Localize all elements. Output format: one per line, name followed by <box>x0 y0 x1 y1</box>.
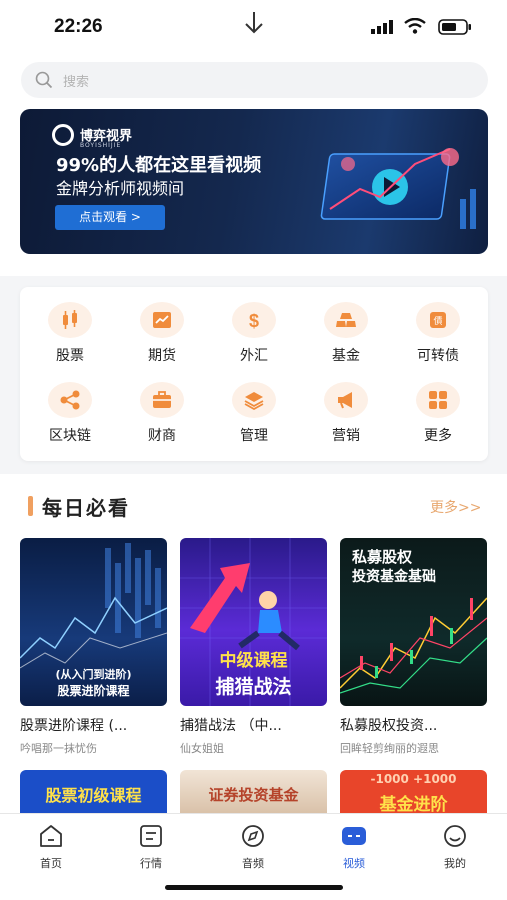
course-thumbnail[interactable]: -1000 +1000 基金进阶 <box>340 770 487 814</box>
candlestick-chart-illustration <box>340 597 487 694</box>
home-indicator[interactable] <box>165 885 343 890</box>
battery-icon <box>438 19 471 35</box>
svg-text:債: 債 <box>433 315 442 327</box>
video-icon <box>342 827 366 845</box>
wifi-icon <box>404 18 426 34</box>
course-author: 仙女姐姐 <box>180 742 224 755</box>
status-bar: 22:26 <box>0 0 507 56</box>
category-label: 外汇 <box>240 348 268 364</box>
category-label: 股票 <box>56 348 84 364</box>
course-card[interactable]: 私募股权 投资基金基础 私募股权投资... 回眸轻剪绚丽的遐思 <box>340 538 487 756</box>
banner-title: 99%的人都在这里看视频 <box>56 155 262 176</box>
thumb-caption: 证券投资基金 <box>208 786 299 804</box>
search-bar[interactable]: 搜索 <box>21 62 488 98</box>
category-briefcase[interactable]: 财商 <box>124 382 200 445</box>
thumb-caption: 基金进阶 <box>379 795 448 814</box>
tab-label: 首页 <box>40 857 62 870</box>
category-label: 基金 <box>332 348 360 364</box>
section-accent-bar <box>28 496 33 516</box>
category-grid: 股票 期货 $ 外汇 基金 債可转债区块链 财商 管理 营销 更多 <box>20 287 488 461</box>
tab-audio[interactable]: 音频 <box>223 824 283 871</box>
megaphone-icon <box>324 382 368 418</box>
dollar-icon: $ <box>232 302 276 338</box>
course-thumbnail[interactable]: 证券投资基金 <box>180 770 327 814</box>
trend-chart-icon <box>140 302 184 338</box>
video-screen-illustration <box>320 148 476 229</box>
tab-home[interactable]: 首页 <box>21 824 81 871</box>
category-label: 财商 <box>148 428 176 444</box>
category-bond[interactable]: 債可转债 <box>400 302 476 365</box>
gold-bars-icon <box>324 302 368 338</box>
thumb-caption: (从入门到进阶) <box>55 668 132 681</box>
course-thumbnail: 中级课程 捕猎战法 <box>180 538 327 706</box>
category-label: 期货 <box>148 348 176 364</box>
category-grid[interactable]: 更多 <box>400 382 476 445</box>
thumb-caption: 中级课程 <box>219 651 288 671</box>
home-icon <box>40 825 62 847</box>
tab-video[interactable]: 视频 <box>324 824 384 871</box>
briefcase-icon <box>140 382 184 418</box>
compass-icon <box>242 825 264 847</box>
bond-icon: 債 <box>416 302 460 338</box>
course-author: 回眸轻剪绚丽的遐思 <box>340 742 439 755</box>
category-candlestick[interactable]: 股票 <box>32 302 108 365</box>
thumb-caption-2: 捕猎战法 <box>215 676 292 698</box>
thumb-caption-2: 股票进阶课程 <box>57 684 130 698</box>
course-card[interactable]: 中级课程 捕猎战法 捕猎战法 （中... 仙女姐姐 <box>180 538 327 756</box>
thumb-caption-2: -1000 +1000 <box>370 772 457 786</box>
course-card[interactable]: (从入门到进阶) 股票进阶课程 股票进阶课程 (... 吟唱那一抹忧伤 <box>20 538 167 756</box>
share-nodes-icon <box>48 382 92 418</box>
course-author: 吟唱那一抹忧伤 <box>20 742 97 755</box>
tab-quotes[interactable]: 行情 <box>121 824 181 871</box>
more-link[interactable]: 更多>> <box>430 497 481 517</box>
tab-label: 我的 <box>444 857 466 870</box>
category-label: 可转债 <box>417 348 459 364</box>
course-title: 捕猎战法 （中... <box>180 718 282 734</box>
category-label: 管理 <box>240 428 268 444</box>
banner-subtitle: 金牌分析师视频间 <box>56 179 185 198</box>
section-title: 每日必看 <box>42 496 130 520</box>
search-icon <box>35 71 53 89</box>
layers-icon <box>232 382 276 418</box>
tab-profile[interactable]: 我的 <box>425 824 485 871</box>
thumb-caption: 股票初级课程 <box>45 786 142 805</box>
download-arrow-icon <box>245 12 263 34</box>
category-label: 区块链 <box>49 428 91 444</box>
brand-logo-icon <box>52 124 74 146</box>
banner-brand-sub: BOYISHIJIE <box>80 142 122 149</box>
category-dollar[interactable]: $ 外汇 <box>216 302 292 365</box>
course-thumbnail: 私募股权 投资基金基础 <box>340 538 487 706</box>
course-thumbnail[interactable]: 股票初级课程 <box>20 770 167 814</box>
category-trend-chart[interactable]: 期货 <box>124 302 200 365</box>
search-placeholder: 搜索 <box>63 75 90 90</box>
tab-label: 行情 <box>140 857 162 870</box>
category-megaphone[interactable]: 营销 <box>308 382 384 445</box>
svg-text:$: $ <box>249 311 259 330</box>
category-layers[interactable]: 管理 <box>216 382 292 445</box>
cellular-signal-icon <box>371 20 393 34</box>
candlestick-icon <box>48 302 92 338</box>
category-share-nodes[interactable]: 区块链 <box>32 382 108 445</box>
category-label: 更多 <box>424 428 452 444</box>
grid-icon <box>416 382 460 418</box>
status-time: 22:26 <box>54 16 103 37</box>
category-gold-bars[interactable]: 基金 <box>308 302 384 365</box>
watch-now-button[interactable]: 点击观看 > <box>55 205 165 230</box>
quotes-icon <box>140 825 162 847</box>
tab-label: 音频 <box>242 857 264 870</box>
smile-icon <box>444 825 466 847</box>
course-title: 私募股权投资... <box>340 718 438 734</box>
course-title: 股票进阶课程 (... <box>20 718 128 734</box>
promo-banner[interactable]: 博弈视界 BOYISHIJIE 99%的人都在这里看视频 金牌分析师视频间 点击… <box>20 109 488 254</box>
course-thumbnail: (从入门到进阶) 股票进阶课程 <box>20 538 167 706</box>
category-label: 营销 <box>332 428 360 444</box>
tab-label: 视频 <box>343 857 365 870</box>
